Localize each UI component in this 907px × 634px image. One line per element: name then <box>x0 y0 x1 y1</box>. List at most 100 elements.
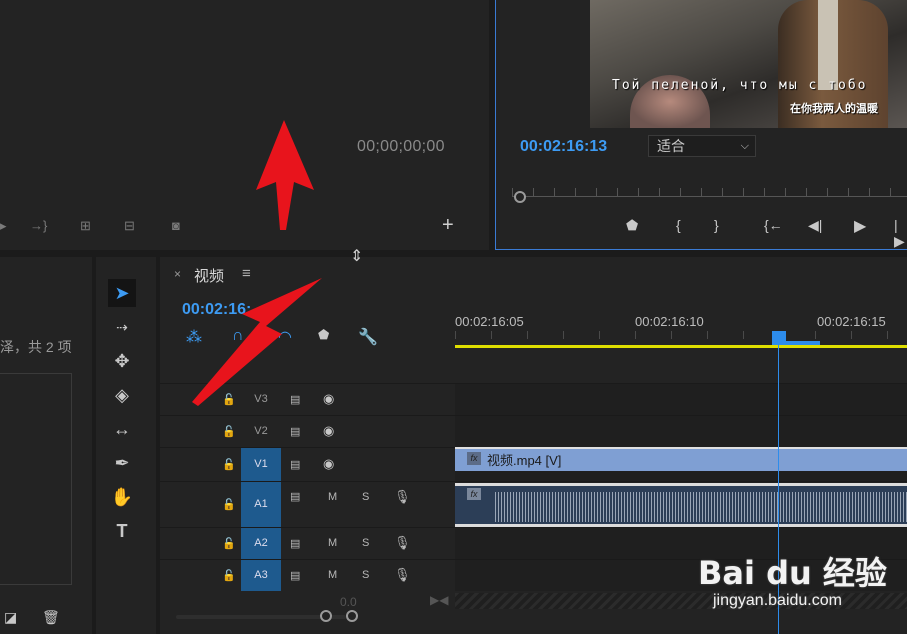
track-name[interactable]: V2 <box>241 416 281 447</box>
project-panel: 泽，共 2 项 ◪ 🗑 <box>0 257 92 634</box>
sync-lock-icon[interactable]: ▤ <box>290 490 300 503</box>
camera-icon[interactable]: ◙ <box>172 218 180 233</box>
sync-lock-icon[interactable]: ▤ <box>290 458 300 471</box>
selection-tool-icon[interactable]: ➤ <box>108 279 136 307</box>
ruler-label: 00:02:16:05 <box>455 314 524 329</box>
microphone-icon[interactable]: 🎙 <box>394 535 411 551</box>
track-name[interactable]: A1 <box>241 482 281 527</box>
lock-icon[interactable]: 🔓 <box>222 569 236 582</box>
source-timecode[interactable]: 00;00;00;00 <box>357 138 445 156</box>
sync-lock-icon[interactable]: ▤ <box>290 537 300 550</box>
fit-select-value: 适合 <box>657 138 685 154</box>
video-preview: Той пеленой, что мы с тобо 在你我两人的温暖 <box>590 0 907 128</box>
red-arrow-diagonal-annotation <box>192 278 322 406</box>
pen-tool-icon[interactable]: ✒ <box>108 449 136 477</box>
program-scrub-bar[interactable] <box>512 188 907 206</box>
track-header-a2[interactable]: 🔓 A2 ▤ M S 🎙 <box>160 527 455 559</box>
track-name[interactable]: A3 <box>241 560 281 591</box>
project-bin-area[interactable] <box>0 373 72 585</box>
microphone-icon[interactable]: 🎙 <box>394 567 411 583</box>
track-header-v2[interactable]: 🔓 V2 ▤ ◉ <box>160 415 455 447</box>
audio-clip[interactable]: fx <box>455 483 907 527</box>
track-select-tool-icon[interactable]: ⇢ <box>108 313 136 341</box>
project-item-count: 泽，共 2 项 <box>0 339 72 355</box>
insert-icon[interactable]: ▸ <box>0 218 7 234</box>
close-icon[interactable]: × <box>174 267 181 281</box>
razor-tool-icon[interactable]: ◈ <box>108 381 136 409</box>
solo-button[interactable]: S <box>362 491 369 503</box>
watermark-url: jingyan.baidu.com <box>713 592 842 609</box>
lock-icon[interactable]: 🔓 <box>222 458 236 471</box>
red-arrow-up-annotation <box>256 120 314 230</box>
sync-lock-icon[interactable]: ▤ <box>290 425 300 438</box>
ripple-edit-tool-icon[interactable]: ✥ <box>108 347 136 375</box>
track-name[interactable]: A2 <box>241 528 281 559</box>
fit-select[interactable]: 适合 ⌵ <box>648 135 756 157</box>
subtitle-chinese: 在你我两人的温暖 <box>790 102 878 115</box>
step-forward-icon[interactable]: |▶ <box>894 217 907 250</box>
fx-badge: fx <box>467 452 481 465</box>
source-monitor-panel: 00;00;00;00 ▸ →} ⊞ ⊟ ◙ + <box>0 0 489 250</box>
track-name[interactable]: V1 <box>241 448 281 481</box>
track-header-v1[interactable]: 🔓 V1 ▤ ◉ <box>160 447 455 481</box>
audio-waveform <box>495 492 907 522</box>
add-button-icon[interactable]: + <box>442 214 454 237</box>
new-item-icon[interactable]: ◪ <box>4 609 17 626</box>
type-tool-icon[interactable]: T <box>108 517 136 545</box>
master-bracket-icon: ▶◀ <box>430 593 449 607</box>
export-frame-icon[interactable]: ⊟ <box>124 218 135 234</box>
eye-icon[interactable]: ◉ <box>323 423 334 439</box>
go-to-in-icon[interactable]: {← <box>764 217 783 233</box>
microphone-icon[interactable]: 🎙 <box>394 489 411 505</box>
scrub-handle[interactable] <box>514 191 526 203</box>
solo-button[interactable]: S <box>362 537 369 549</box>
track-lane-v2[interactable] <box>455 415 907 447</box>
tools-panel: ➤ ⇢ ✥ ◈ ↔ ✒ ✋ T <box>96 257 156 634</box>
lock-icon[interactable]: 🔓 <box>222 498 236 511</box>
hand-tool-icon[interactable]: ✋ <box>108 483 136 511</box>
zoom-handle-left[interactable] <box>320 610 332 622</box>
video-shirt <box>818 0 838 90</box>
subtitle-russian: Той пеленой, что мы с тобо <box>612 78 868 93</box>
mark-in-icon[interactable]: { <box>676 217 681 233</box>
scrub-line <box>512 196 907 197</box>
scrub-ticks <box>512 188 907 196</box>
ruler-ticks <box>455 331 907 339</box>
master-volume-value: 0.0 <box>340 595 357 609</box>
lock-icon[interactable]: 🔓 <box>222 425 236 438</box>
solo-button[interactable]: S <box>362 569 369 581</box>
play-icon[interactable]: ▶ <box>854 216 866 236</box>
fx-badge: fx <box>467 488 481 500</box>
lock-icon[interactable]: 🔓 <box>222 537 236 550</box>
sync-lock-icon[interactable]: ▤ <box>290 569 300 582</box>
wrench-icon[interactable]: 🔧 <box>358 327 378 347</box>
lift-icon[interactable]: ⊞ <box>80 218 91 234</box>
clip-name: 视频.mp4 [V] <box>487 453 562 468</box>
playhead-range <box>772 341 820 345</box>
time-ruler[interactable]: 00:02:16:05 00:02:16:10 00:02:16:15 <box>455 307 907 347</box>
step-back-icon[interactable]: ◀| <box>808 217 822 234</box>
mute-button[interactable]: M <box>328 537 337 549</box>
track-header-a1[interactable]: 🔓 A1 ▤ M S 🎙 <box>160 481 455 527</box>
eye-icon[interactable]: ◉ <box>323 456 334 472</box>
program-timecode[interactable]: 00:02:16:13 <box>520 138 607 156</box>
eye-icon[interactable]: ◉ <box>323 391 334 407</box>
program-monitor-panel: Той пеленой, что мы с тобо 在你我两人的温暖 00:0… <box>495 0 907 250</box>
mark-out-icon[interactable]: } <box>714 217 719 233</box>
track-header-a3[interactable]: 🔓 A3 ▤ M S 🎙 <box>160 559 455 591</box>
overwrite-icon[interactable]: →} <box>30 218 47 233</box>
mute-button[interactable]: M <box>328 491 337 503</box>
trash-icon[interactable]: 🗑 <box>42 609 60 626</box>
panel-resize-handle-icon[interactable]: ⇕ <box>350 246 363 266</box>
baidu-jingyan-logo: Bai du 经验 <box>698 554 887 592</box>
work-area-bar[interactable] <box>455 345 907 348</box>
mute-button[interactable]: M <box>328 569 337 581</box>
chevron-down-icon: ⌵ <box>740 140 749 152</box>
video-clip[interactable]: fx 视频.mp4 [V] <box>455 447 907 471</box>
zoom-handle-right[interactable] <box>346 610 358 622</box>
slip-tool-icon[interactable]: ↔ <box>108 415 136 443</box>
ruler-label: 00:02:16:15 <box>817 314 886 329</box>
marker-icon[interactable]: ⬟ <box>626 217 638 234</box>
ruler-label: 00:02:16:10 <box>635 314 704 329</box>
track-lane-v3[interactable] <box>455 383 907 415</box>
